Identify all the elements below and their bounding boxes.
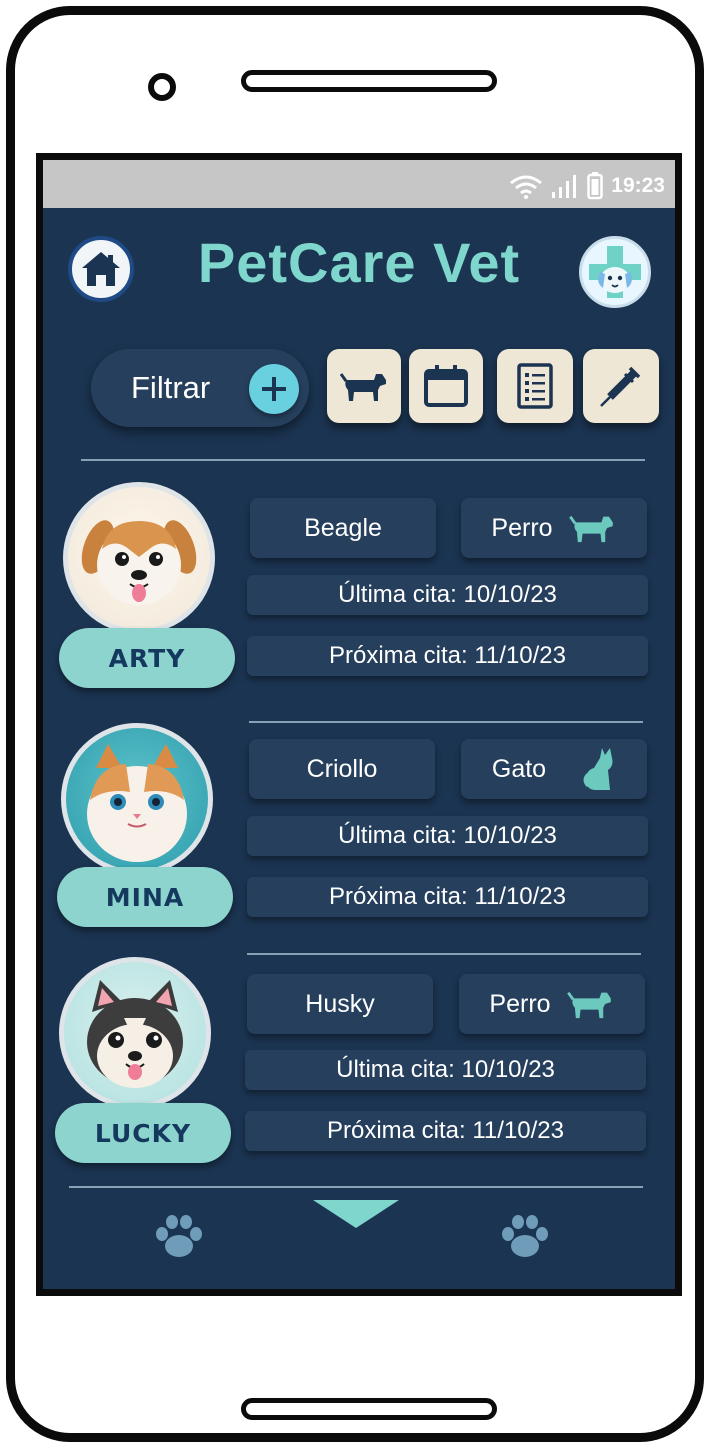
paw-button-left[interactable] (153, 1214, 205, 1264)
filter-label: Filtrar (131, 370, 211, 405)
pet-name-mina: MINA (57, 867, 233, 927)
dog-filter-button[interactable] (327, 349, 401, 423)
breed-label: Beagle (304, 513, 382, 542)
toolbar: Filtrar (43, 346, 675, 436)
signal-icon (552, 175, 577, 198)
app-screen: 19:23 PetCare Vet Filtrar ARTY Beagle Pe… (36, 153, 682, 1296)
pet-avatar-lucky (59, 957, 211, 1109)
status-time: 19:23 (611, 174, 665, 197)
home-indicator (241, 1398, 497, 1420)
dog-portrait-icon (87, 980, 183, 1088)
calendar-icon (424, 365, 468, 407)
pet-name-lucky: LUCKY (55, 1103, 231, 1163)
app-header: PetCare Vet (43, 208, 675, 333)
syringe-button[interactable] (583, 349, 659, 423)
status-bar: 19:23 (43, 160, 675, 208)
divider (247, 953, 641, 955)
wifi-icon (510, 175, 543, 199)
paw-icon (502, 1215, 548, 1257)
species-label: Perro (489, 989, 551, 1018)
pet-card-mina[interactable]: MINA Criollo Gato Última cita: 10/10/23 … (43, 723, 675, 943)
paw-button-right[interactable] (499, 1214, 551, 1264)
dog-icon (568, 515, 613, 543)
speaker (241, 70, 497, 92)
pet-card-lucky[interactable]: LUCKY Husky Perro Última cita: 10/10/23 … (43, 957, 675, 1177)
pet-species-lucky: Perro (459, 974, 645, 1034)
checklist-button[interactable] (497, 349, 573, 423)
pet-breed-mina: Criollo (249, 739, 435, 799)
pet-breed-lucky: Husky (247, 974, 433, 1034)
vet-logo[interactable] (579, 236, 651, 308)
dog-icon (566, 991, 611, 1019)
breed-label: Criollo (306, 754, 378, 783)
checklist-icon (517, 363, 553, 409)
dog-portrait-icon (81, 520, 197, 605)
dog-filter-icon (340, 373, 386, 401)
last-visit-lucky: Última cita: 10/10/23 (245, 1050, 646, 1090)
pet-name-arty: ARTY (59, 628, 235, 688)
pet-avatar-arty (63, 482, 215, 634)
bottom-nav (43, 1190, 675, 1289)
plus-icon (262, 377, 286, 401)
pet-card-arty[interactable]: ARTY Beagle Perro Última cita: 10/10/23 … (43, 482, 675, 702)
cat-portrait-icon (87, 744, 187, 862)
pet-avatar-mina (61, 723, 213, 875)
next-visit-arty: Próxima cita: 11/10/23 (247, 636, 648, 676)
filter-button[interactable]: Filtrar (91, 349, 309, 427)
next-visit-mina: Próxima cita: 11/10/23 (247, 877, 648, 917)
battery-icon (587, 172, 604, 200)
chevron-down-icon[interactable] (313, 1200, 399, 1228)
syringe-icon (600, 366, 641, 407)
calendar-button[interactable] (409, 349, 483, 423)
breed-label: Husky (305, 989, 375, 1018)
species-label: Gato (491, 754, 547, 783)
species-label: Perro (491, 513, 553, 542)
vet-logo-icon (589, 246, 641, 298)
pet-species-arty: Perro (461, 498, 647, 558)
divider (81, 459, 645, 461)
paw-icon (156, 1215, 202, 1257)
pet-breed-arty: Beagle (250, 498, 436, 558)
camera (148, 73, 176, 101)
last-visit-mina: Última cita: 10/10/23 (247, 816, 648, 856)
pet-species-mina: Gato (461, 739, 647, 799)
filter-plus-button[interactable] (249, 364, 299, 414)
cat-icon (583, 748, 613, 790)
next-visit-lucky: Próxima cita: 11/10/23 (245, 1111, 646, 1151)
divider (69, 1186, 643, 1188)
last-visit-arty: Última cita: 10/10/23 (247, 575, 648, 615)
